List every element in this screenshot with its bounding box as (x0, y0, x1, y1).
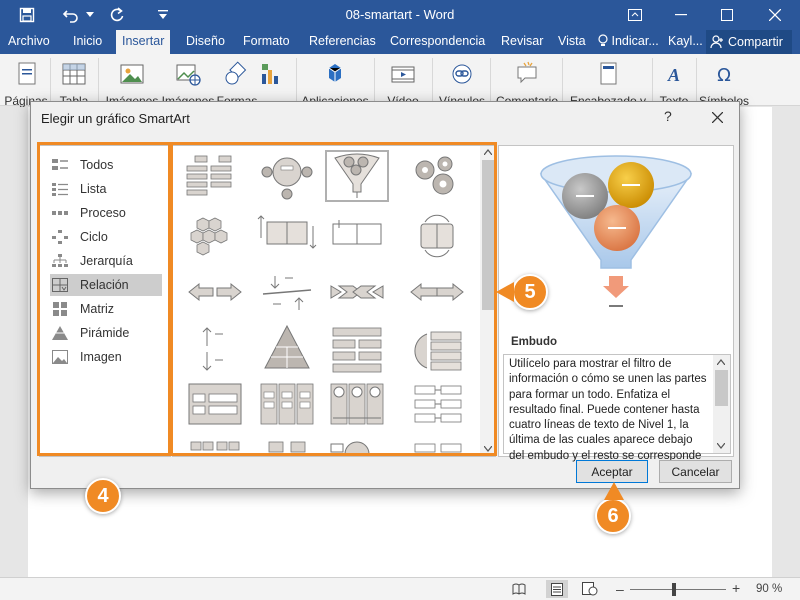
category-highlight (37, 142, 171, 456)
status-bar: – + 90 % (0, 577, 800, 600)
layout-description: Utilícelo para mostrar el filtro de info… (509, 358, 707, 462)
shapes-button[interactable]: Formas (214, 54, 260, 108)
title-bar: 08-smartart - Word (0, 0, 800, 30)
header-footer-button[interactable]: Encabezado y (566, 54, 650, 108)
maximize-icon[interactable] (712, 3, 742, 27)
layout-description-box: Utilícelo para mostrar el filtro de info… (503, 354, 731, 462)
video-button[interactable]: Vídeo (378, 54, 428, 108)
ribbon-separator (374, 58, 375, 102)
svg-text:A: A (667, 65, 680, 85)
lightbulb-icon (598, 34, 608, 46)
layout-name: Embudo (511, 336, 557, 348)
ribbon-separator (696, 58, 697, 102)
symbols-button[interactable]: Ω Símbolos (698, 54, 750, 108)
ribbon: Páginas Tabla Imágenes Imágenes Formas A… (0, 54, 800, 113)
tab-archivo[interactable]: Archivo (8, 34, 50, 48)
tab-correspondencia[interactable]: Correspondencia (390, 34, 485, 48)
zoom-level[interactable]: 90 % (756, 583, 782, 595)
close-icon[interactable] (705, 106, 729, 128)
ribbon-separator (562, 58, 563, 102)
links-button[interactable]: Vínculos (436, 54, 488, 108)
close-window-icon[interactable] (760, 3, 790, 27)
pages-button[interactable]: Páginas (2, 54, 50, 108)
table-icon (62, 63, 86, 85)
read-mode-icon[interactable] (512, 582, 526, 599)
text-icon: A (667, 65, 680, 85)
pictures-button[interactable]: Imágenes (102, 54, 162, 108)
comment-icon (517, 61, 537, 84)
share-button[interactable]: Compartir (706, 30, 792, 54)
user-name[interactable]: Kayl... (668, 34, 703, 48)
zoom-slider[interactable] (630, 589, 726, 590)
tab-formato[interactable]: Formato (243, 34, 290, 48)
video-icon (391, 66, 415, 83)
ribbon-display-icon[interactable] (620, 3, 650, 27)
tell-me-box[interactable]: Indicar... (598, 34, 659, 48)
charts-button[interactable] (256, 54, 284, 106)
ribbon-separator (652, 58, 653, 102)
tab-inicio[interactable]: Inicio (73, 34, 102, 48)
funnel-preview-graphic (539, 155, 693, 307)
tab-referencias[interactable]: Referencias (309, 34, 376, 48)
person-icon (710, 35, 723, 49)
pages-icon (18, 62, 36, 85)
tab-vista[interactable]: Vista (558, 34, 586, 48)
description-scrollbar[interactable] (713, 355, 730, 453)
step-marker-5: 5 (512, 274, 548, 310)
zoom-in-icon[interactable]: + (732, 580, 740, 596)
ribbon-separator (490, 58, 491, 102)
tab-revisar[interactable]: Revisar (501, 34, 543, 48)
omega-icon: Ω (717, 65, 731, 86)
minimize-icon[interactable] (666, 3, 696, 27)
print-layout-icon[interactable] (546, 580, 568, 598)
share-label: Compartir (728, 35, 783, 49)
marker-pointer (496, 282, 514, 302)
table-button[interactable]: Tabla (52, 54, 96, 108)
shapes-icon (225, 61, 247, 85)
online-pictures-button[interactable]: Imágenes (160, 54, 216, 108)
zoom-out-icon[interactable]: – (616, 581, 624, 597)
header-icon (600, 62, 617, 85)
online-picture-icon (176, 64, 201, 86)
gallery-highlight (170, 142, 497, 456)
marker-pointer (604, 482, 624, 500)
ribbon-separator (432, 58, 433, 102)
add-ins-button[interactable]: Aplicaciones (298, 54, 372, 108)
web-layout-icon[interactable] (582, 582, 598, 599)
picture-icon (120, 64, 144, 84)
chevron-down-icon[interactable] (18, 102, 26, 113)
step-marker-4: 4 (85, 478, 121, 514)
description-scroll-thumb[interactable] (715, 370, 728, 406)
chevron-up-icon[interactable] (717, 359, 725, 365)
svg-text:Ω: Ω (717, 65, 731, 86)
tab-insertar[interactable]: Insertar (116, 30, 171, 54)
zoom-slider-handle[interactable] (672, 583, 676, 596)
ribbon-separator (98, 58, 99, 102)
step-marker-6: 6 (595, 498, 631, 534)
tab-diseno[interactable]: Diseño (186, 34, 225, 48)
dialog-title: Elegir un gráfico SmartArt (41, 111, 190, 126)
help-button[interactable]: ? (664, 108, 672, 124)
cancel-button[interactable]: Cancelar (659, 460, 732, 483)
chevron-down-icon[interactable] (717, 443, 725, 449)
comment-button[interactable]: Comentario (494, 54, 560, 108)
text-button[interactable]: A Texto (654, 54, 694, 108)
store-icon (328, 64, 342, 82)
ribbon-separator (296, 58, 297, 102)
ribbon-separator (50, 58, 51, 102)
link-icon (452, 64, 472, 84)
ribbon-tabs: Archivo Inicio Insertar Diseño Formato R… (0, 30, 800, 54)
tell-me-text: Indicar... (611, 34, 659, 48)
chart-icon (262, 64, 278, 84)
